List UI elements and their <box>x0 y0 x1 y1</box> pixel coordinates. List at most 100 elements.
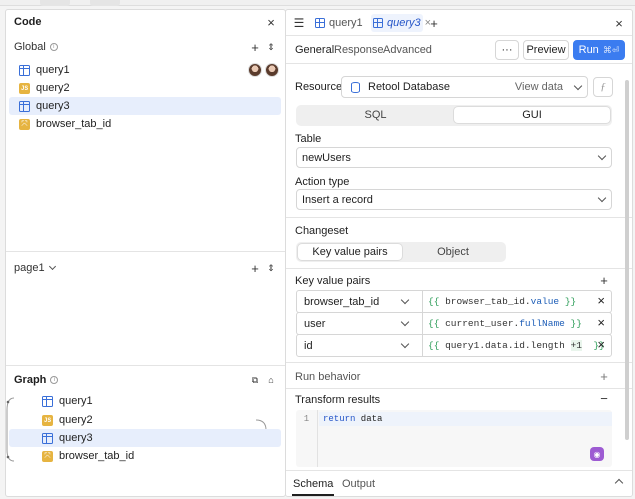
page-section-header[interactable]: page1 <box>14 262 285 274</box>
divider <box>286 362 632 363</box>
expand-collapse-icon[interactable]: ⇕ <box>264 40 278 54</box>
remove-row-icon[interactable]: × <box>597 338 605 351</box>
resource-label: Resource <box>295 81 343 93</box>
menu-icon[interactable]: ☰ <box>292 16 306 30</box>
tab-query1[interactable]: query1 <box>315 14 363 32</box>
variable-icon: ⤧ <box>42 450 53 462</box>
kv-row: browser_tab_id {{ browser_tab_id. value }… <box>296 290 612 313</box>
js-icon: JS <box>19 82 30 94</box>
transform-results-label: Transform results <box>295 394 381 406</box>
bottom-tabs: Schema Output <box>286 470 632 496</box>
kv-value-input[interactable]: {{ browser_tab_id. value }} <box>428 291 576 312</box>
close-icon[interactable]: × <box>264 15 278 30</box>
add-kv-icon[interactable]: + <box>597 273 611 288</box>
view-data-link[interactable]: View data <box>515 81 563 93</box>
changeset-kv-button[interactable]: Key value pairs <box>298 244 402 260</box>
table-select[interactable]: newUsers <box>296 147 612 168</box>
query-icon <box>42 432 53 444</box>
lock-icon[interactable]: ⌂ <box>264 373 278 387</box>
graph-section-header: Graph i <box>14 374 285 386</box>
global-item-query2[interactable]: JS query2 <box>9 79 281 97</box>
add-tab-icon[interactable]: + <box>427 16 441 31</box>
mode-gui-button[interactable]: GUI <box>454 107 610 123</box>
scrollbar[interactable] <box>625 80 629 440</box>
mode-sql-button[interactable]: SQL <box>298 107 453 123</box>
copy-icon[interactable]: ⧉ <box>248 373 262 387</box>
tab-schema[interactable]: Schema <box>293 478 333 490</box>
add-icon[interactable]: + <box>248 40 262 55</box>
function-icon[interactable]: ƒ <box>593 77 613 97</box>
avatar <box>265 63 279 77</box>
kv-value-prop: value <box>530 296 560 307</box>
chevron-down-icon <box>597 193 607 203</box>
info-icon[interactable]: i <box>49 43 58 51</box>
kv-key-select[interactable]: id <box>297 335 423 356</box>
ai-assist-icon[interactable]: ◉ <box>590 447 604 461</box>
kv-value-input[interactable]: {{ query1.data.id.length +1 }} <box>428 335 605 356</box>
collapse-icon[interactable]: − <box>597 391 611 406</box>
table-label: Table <box>295 133 322 145</box>
query-icon <box>42 395 53 407</box>
graph-item-query1[interactable]: query1 <box>9 392 281 410</box>
kv-key: id <box>304 339 313 352</box>
kv-key-select[interactable]: browser_tab_id <box>297 291 423 312</box>
divider <box>6 365 285 366</box>
chevron-down-icon <box>48 262 56 271</box>
item-label: browser_tab_id <box>36 118 112 130</box>
global-section-header: Global i <box>14 41 285 53</box>
add-icon[interactable]: + <box>248 261 262 276</box>
remove-row-icon[interactable]: × <box>597 316 605 329</box>
graph-item-query3[interactable]: query3 <box>9 429 281 447</box>
item-label: query2 <box>36 82 70 94</box>
kv-row: user {{ current_user. fullName }} × <box>296 312 612 335</box>
preview-button[interactable]: Preview <box>523 40 569 60</box>
global-item-browser-tab-id[interactable]: ⤧ browser_tab_id <box>9 115 281 133</box>
global-item-query3[interactable]: query3 <box>9 97 281 115</box>
close-icon[interactable]: × <box>612 16 626 31</box>
more-options-button[interactable]: ··· <box>495 40 519 60</box>
tab-output[interactable]: Output <box>342 478 375 490</box>
run-shortcut: ⌘⏎ <box>602 44 620 55</box>
run-label: Run <box>578 44 599 56</box>
tab-query3[interactable]: query3 × <box>371 14 431 32</box>
variable-icon: ⤧ <box>19 118 30 130</box>
item-label: query3 <box>59 432 93 444</box>
query-editor-panel: ☰ query1 query3 × + × General Response A… <box>285 9 633 497</box>
code-line: return data <box>323 414 382 424</box>
expand-collapse-icon[interactable]: ⇕ <box>264 261 278 275</box>
kv-value-prop: fullName <box>519 318 565 329</box>
transform-code-editor[interactable]: 1 return data ◉ <box>296 410 612 467</box>
js-icon: JS <box>42 414 53 426</box>
action-type-label: Action type <box>295 176 350 188</box>
tab-advanced[interactable]: Advanced <box>383 44 432 56</box>
query-icon <box>315 18 325 28</box>
changeset-label: Changeset <box>295 225 349 237</box>
expand-icon[interactable]: + <box>597 369 611 384</box>
info-icon[interactable]: i <box>50 376 59 384</box>
action-type-select[interactable]: Insert a record <box>296 189 612 210</box>
graph-item-query2[interactable]: JS query2 <box>9 411 281 429</box>
chevron-up-icon[interactable] <box>614 478 624 488</box>
run-button[interactable]: Run ⌘⏎ <box>573 40 625 60</box>
kv-value-input[interactable]: {{ current_user. fullName }} <box>428 313 582 334</box>
kv-key-select[interactable]: user <box>297 313 423 334</box>
tab-general[interactable]: General <box>295 44 334 56</box>
divider <box>286 217 632 218</box>
remove-row-icon[interactable]: × <box>597 294 605 307</box>
tab-label: query1 <box>329 17 363 29</box>
graph-item-browser-tab-id[interactable]: ⤧ browser_tab_id <box>9 447 281 465</box>
changeset-toggle: Key value pairs Object <box>296 242 506 262</box>
query-mode-toggle: SQL GUI <box>296 105 612 126</box>
general-content: Resource Retool Database View data ƒ SQL… <box>286 65 632 469</box>
chevron-down-icon <box>597 151 607 161</box>
tab-response[interactable]: Response <box>334 44 384 56</box>
global-item-query1[interactable]: query1 <box>9 61 281 79</box>
changeset-object-button[interactable]: Object <box>402 244 504 260</box>
query-tab-bar: ☰ query1 query3 × + × <box>286 10 632 36</box>
query-icon <box>19 64 30 76</box>
resource-select[interactable]: Retool Database View data <box>341 76 588 98</box>
chevron-down-icon <box>400 317 410 327</box>
run-behavior-label[interactable]: Run behavior <box>295 371 360 383</box>
tab-label: query3 <box>387 17 421 29</box>
code-panel-title: Code <box>14 16 42 28</box>
